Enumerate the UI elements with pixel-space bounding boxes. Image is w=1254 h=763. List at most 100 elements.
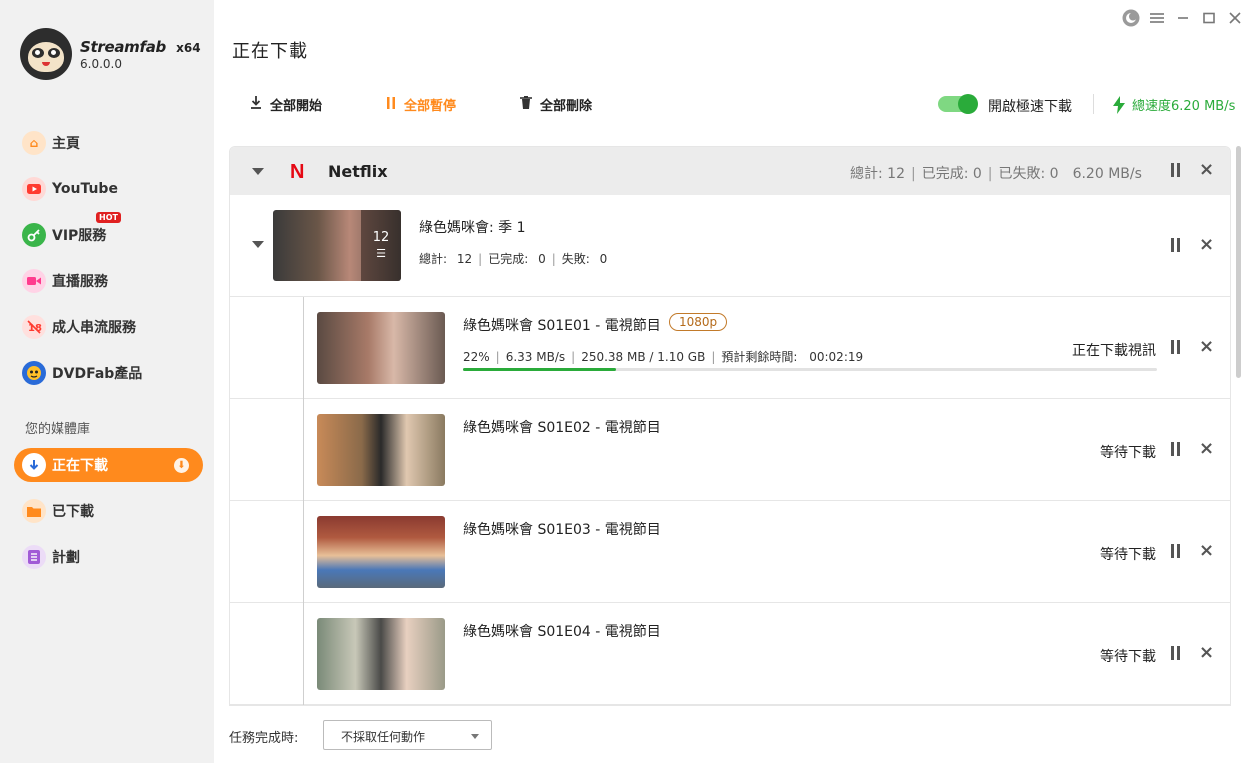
season-stats: 總計: 12 | 已完成: 0 | 失敗: 0 (419, 252, 608, 266)
app-name: Streamfab (80, 37, 166, 56)
progress-fill (463, 368, 616, 371)
minimize-icon[interactable] (1173, 8, 1193, 28)
group-close-button[interactable]: × (1199, 161, 1214, 179)
episode-close-button[interactable]: × (1199, 644, 1214, 662)
episode-status: 等待下載 (1100, 547, 1156, 563)
scrollbar[interactable] (1236, 146, 1241, 378)
episode-row: 綠色媽咪會 S01E03 - 電視節目 等待下載 × (230, 501, 1230, 603)
chevron-down-icon (471, 734, 479, 739)
start-all-label: 全部開始 (270, 99, 323, 114)
collapse-caret-icon[interactable] (252, 168, 264, 175)
episode-pause-button[interactable] (1169, 340, 1181, 354)
page-title: 正在下載 (232, 41, 308, 62)
episode-count: 12 (372, 230, 390, 245)
home-icon: ⌂ (22, 131, 46, 155)
sloth-logo-icon (20, 28, 72, 80)
pause-all-label: 全部暫停 (404, 99, 457, 114)
pause-icon (386, 96, 396, 113)
episode-close-button[interactable]: × (1199, 542, 1214, 560)
season-done: 0 (538, 252, 546, 266)
season-close-button[interactable]: × (1199, 236, 1214, 254)
divider (1093, 94, 1094, 114)
delete-all-label: 全部刪除 (540, 99, 593, 114)
season-failed: 0 (599, 252, 608, 266)
season-total: 12 (456, 252, 473, 266)
eta-value: 00:02:19 (809, 350, 864, 364)
season-done-label: 已完成: (488, 252, 529, 266)
video-camera-icon (22, 269, 46, 293)
progress-percent: 22% (463, 350, 490, 364)
download-list: N Netflix 總計: 12 | 已完成: 0 | 已失敗: 0 6.20 MB/s … (229, 146, 1231, 706)
sidebar-item-label: 已下載 (52, 504, 94, 520)
turbo-download-label: 開啟極速下載 (988, 99, 1072, 115)
episode-pause-button[interactable] (1169, 544, 1181, 558)
collapse-caret-icon[interactable] (252, 241, 264, 248)
episode-title: 綠色媽咪會 S01E02 - 電視節目 (463, 420, 661, 436)
group-pause-button[interactable] (1169, 163, 1181, 177)
group-failed: 已失敗: 0 (998, 166, 1059, 182)
season-pause-button[interactable] (1169, 238, 1181, 252)
group-name: Netflix (328, 162, 388, 181)
lightning-icon (1113, 95, 1125, 114)
app-version: 6.0.0.0 (80, 56, 122, 71)
maximize-icon[interactable] (1199, 8, 1219, 28)
sidebar-item-label: 計劃 (52, 550, 80, 566)
download-size: 250.38 MB / 1.10 GB (581, 350, 706, 364)
download-speed: 6.33 MB/s (505, 350, 566, 364)
episode-row: 綠色媽咪會 S01E02 - 電視節目 等待下載 × (230, 399, 1230, 501)
sidebar-item-label: 成人串流服務 (52, 320, 136, 336)
episode-pause-button[interactable] (1169, 442, 1181, 456)
episode-close-button[interactable]: × (1199, 440, 1214, 458)
episode-pause-button[interactable] (1169, 646, 1181, 660)
pause-all-button[interactable]: 全部暫停 (386, 95, 456, 114)
close-window-icon[interactable] (1225, 8, 1245, 28)
sidebar-item-label: YouTube (52, 181, 118, 197)
episode-thumbnail (317, 618, 445, 690)
season-failed-label: 失敗: (561, 252, 590, 266)
sidebar-item-label: VIP服務 (52, 228, 107, 244)
sidebar-item-vip[interactable]: VIP服務 HOT (14, 212, 203, 252)
hot-badge: HOT (96, 212, 121, 223)
progress-bar (463, 368, 1157, 371)
sidebar-item-downloaded[interactable]: 已下載 (14, 494, 203, 528)
download-arrow-icon: ⬇ (174, 458, 189, 473)
sidebar-item-adult[interactable]: 18 成人串流服務 (14, 310, 203, 344)
theme-moon-icon[interactable] (1121, 8, 1141, 28)
sidebar-item-home[interactable]: ⌂ 主頁 (14, 126, 203, 160)
episode-thumbnail (317, 414, 445, 486)
on-complete-label: 任務完成時: (229, 731, 299, 746)
trash-icon (520, 96, 532, 113)
sidebar-item-dvdfab[interactable]: DVDFab產品 (14, 356, 203, 390)
start-all-button[interactable]: 全部開始 (250, 95, 322, 114)
episode-title: 綠色媽咪會 S01E01 - 電視節目 (463, 318, 661, 334)
sidebar-item-label: 正在下載 (52, 458, 108, 474)
menu-icon[interactable] (1147, 8, 1167, 28)
turbo-download-toggle[interactable] (938, 94, 978, 114)
group-total: 總計: 12 (850, 166, 905, 182)
sidebar-item-live[interactable]: 直播服務 (14, 264, 203, 298)
episode-row: 綠色媽咪會 S01E01 - 電視節目 1080p 22% | 6.33 MB/s |… (230, 297, 1230, 399)
episode-status: 正在下載視訊 (1072, 343, 1156, 359)
group-stats: 總計: 12 | 已完成: 0 | 已失敗: 0 6.20 MB/s (850, 166, 1142, 182)
sidebar-item-youtube[interactable]: YouTube (14, 172, 203, 206)
episode-thumbnail (317, 516, 445, 588)
total-speed: 總速度6.20 MB/s (1112, 95, 1235, 114)
season-thumbnail: 12 ☰ (273, 210, 401, 281)
group-speed: 6.20 MB/s (1072, 166, 1142, 182)
episode-close-button[interactable]: × (1199, 338, 1214, 356)
download-icon (250, 96, 262, 113)
episode-title: 綠色媽咪會 S01E03 - 電視節目 (463, 522, 661, 538)
episode-status: 等待下載 (1100, 445, 1156, 461)
season-title: 綠色媽咪會: 季 1 (419, 220, 526, 236)
sidebar-item-label: 直播服務 (52, 274, 108, 290)
playlist-icon: ☰ (376, 247, 386, 260)
sidebar-item-schedule[interactable]: 計劃 (14, 540, 203, 574)
delete-all-button[interactable]: 全部刪除 (520, 95, 592, 114)
on-complete-select[interactable]: 不採取任何動作 (323, 720, 492, 750)
episode-title: 綠色媽咪會 S01E04 - 電視節目 (463, 624, 661, 640)
sidebar-item-downloading[interactable]: 正在下載 ⬇ (14, 448, 203, 482)
eta-label: 預計剩餘時間: (721, 350, 798, 364)
sidebar-item-label: DVDFab產品 (52, 366, 143, 382)
folder-icon (22, 499, 46, 523)
youtube-icon (22, 177, 46, 201)
